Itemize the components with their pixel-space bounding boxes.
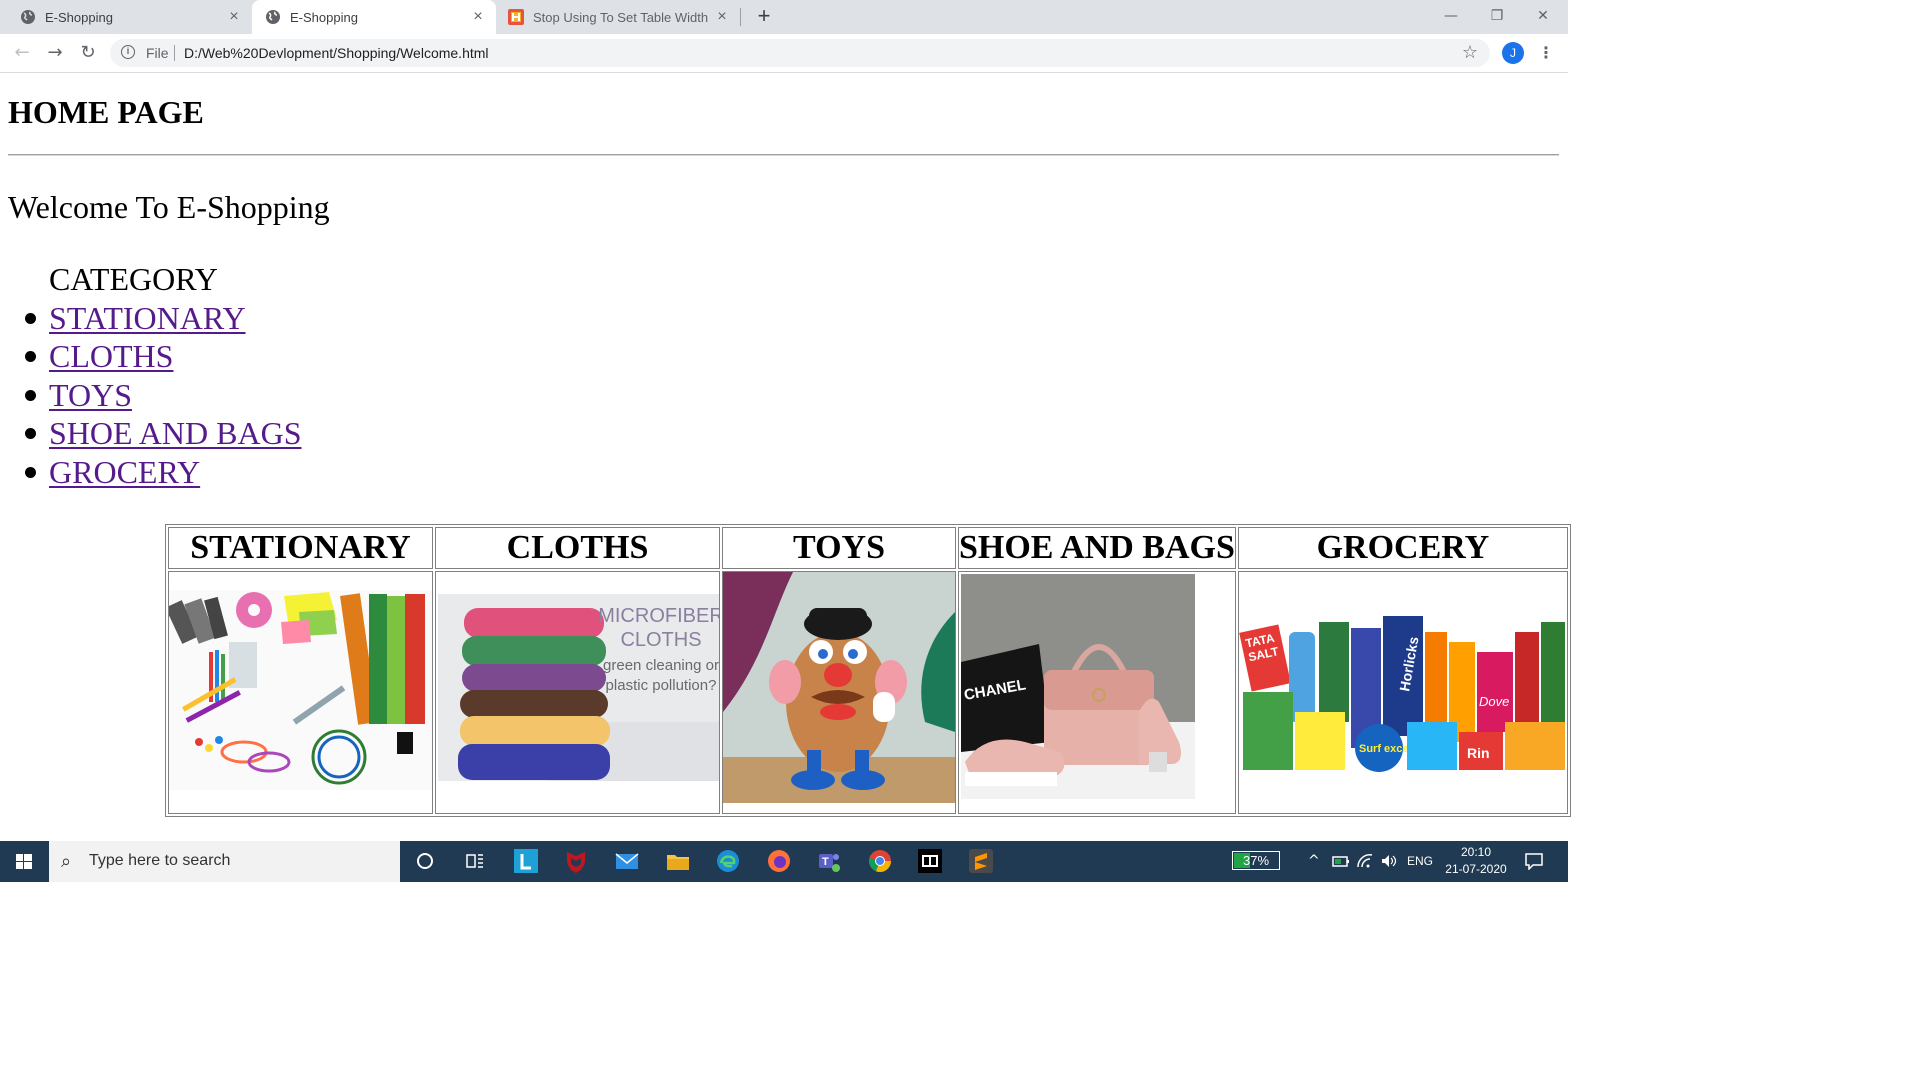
list-item: STATIONARY [10,299,301,338]
image-caption: MICROFIBER [598,605,719,627]
file-explorer-icon[interactable] [665,848,691,874]
page-title: HOME PAGE [8,94,204,130]
browser-menu-icon[interactable]: ⋮ [1538,42,1554,64]
search-icon: ⌕ [61,851,72,872]
tab-close-button[interactable]: × [468,8,488,26]
list-item: SHOE AND BAGS [10,414,301,453]
reload-button[interactable]: ↻ [76,42,100,66]
header-stationary: STATIONARY [168,527,433,569]
cortana-icon[interactable] [412,848,438,874]
bookmark-star-icon[interactable]: ☆ [1462,42,1478,63]
tab-close-button[interactable]: × [224,8,244,26]
teams-icon[interactable]: T [816,848,842,874]
chevron-up-icon[interactable]: ^ [1308,841,1320,882]
url-text[interactable]: D:/Web%20Devlopment/Shopping/Welcome.htm… [184,45,489,61]
network-battery-icon[interactable] [1332,854,1350,868]
battery-percent: 37% [1242,853,1270,868]
site-h-icon [508,9,524,25]
mcafee-icon[interactable] [563,848,589,874]
header-toys: TOYS [722,527,956,569]
list-item: TOYS [10,376,301,415]
page-content: HOME PAGE Welcome To E-Shopping CATEGORY… [0,72,1571,840]
horizontal-rule [8,154,1559,156]
header-cloths: CLOTHS [435,527,720,569]
clock[interactable]: 20:10 21-07-2020 [1436,844,1516,878]
info-icon[interactable]: i [121,45,135,59]
windows-start-icon[interactable] [0,841,48,882]
cell-grocery: TATA SALT Horlicks Dove Surf excel Rin [1237,571,1568,814]
tab-title: E-Shopping [45,9,113,25]
image-caption: Dove [1479,694,1509,709]
task-view-icon[interactable] [462,848,488,874]
table-row: MICROFIBER CLOTHS green cleaning or plas… [168,571,1568,814]
notification-center-icon[interactable] [1524,852,1544,870]
header-shoe-and-bags: SHOE AND BAGS [958,527,1236,569]
app-dark-icon[interactable] [917,848,943,874]
link-shoe-and-bags[interactable]: SHOE AND BAGS [49,415,301,451]
volume-icon[interactable] [1380,853,1398,869]
cell-stationary [168,571,433,814]
clock-date: 21-07-2020 [1445,862,1507,876]
table-header-row: STATIONARY CLOTHS TOYS SHOE AND BAGS GRO… [168,527,1568,569]
address-bar[interactable]: i File D:/Web%20Devlopment/Shopping/Welc… [110,39,1490,67]
tab-title: E-Shopping [290,9,358,25]
windows-taskbar: ⌕ Type here to search T 37% ^ ENG 20:10 … [0,841,1568,882]
link-grocery[interactable]: GROCERY [49,454,200,490]
minimize-button[interactable]: — [1428,0,1474,34]
list-item: CLOTHS [10,337,301,376]
link-cloths[interactable]: CLOTHS [49,338,173,374]
forward-button[interactable]: → [43,42,67,66]
stationary-image [169,590,432,790]
back-button[interactable]: ← [10,42,34,66]
restore-button[interactable]: ❐ [1474,0,1520,34]
link-toys[interactable]: TOYS [49,377,132,413]
sublime-text-icon[interactable] [968,848,994,874]
tab-eshopping-2[interactable]: E-Shopping × [252,0,496,34]
wifi-icon[interactable] [1356,853,1374,869]
close-window-button[interactable]: ✕ [1520,0,1566,34]
globe-icon [21,10,35,24]
list-item: GROCERY [10,453,301,492]
tab-eshopping-1[interactable]: E-Shopping × [0,0,252,34]
cell-cloths: MICROFIBER CLOTHS green cleaning or plas… [435,571,720,814]
edge-icon[interactable] [715,848,741,874]
link-stationary[interactable]: STATIONARY [49,300,246,336]
taskbar-search-input[interactable]: ⌕ Type here to search [49,841,400,882]
tab-title: Stop Using To Set Table Width In [533,9,712,25]
category-list: CATEGORY STATIONARY CLOTHS TOYS SHOE AND… [10,260,301,491]
welcome-text: Welcome To E-Shopping [8,189,330,225]
firefox-icon[interactable] [766,848,792,874]
cell-shoe-and-bags: CHANEL [958,571,1236,814]
search-placeholder: Type here to search [89,852,231,869]
tab-separator [740,8,741,26]
image-caption: CLOTHS [620,629,701,651]
header-grocery: GROCERY [1237,527,1568,569]
cell-toys [722,571,956,814]
image-caption: green cleaning or [603,657,719,674]
category-heading: CATEGORY [49,261,218,297]
category-table: STATIONARY CLOTHS TOYS SHOE AND BAGS GRO… [165,524,1571,817]
tab-close-button[interactable]: × [712,8,732,26]
clock-time: 20:10 [1460,845,1492,859]
svg-text:T: T [822,856,829,868]
globe-icon [266,10,280,24]
tab-strip: E-Shopping × E-Shopping × Stop Using To … [0,0,1568,34]
app-l-icon[interactable] [513,848,539,874]
profile-avatar[interactable]: J [1502,42,1524,64]
battery-indicator[interactable]: 37% [1232,851,1280,870]
grocery-image: TATA SALT Horlicks Dove Surf excel Rin [1239,612,1567,772]
cloths-image: MICROFIBER CLOTHS green cleaning or plas… [438,594,719,781]
shoe-and-bags-image: CHANEL [961,574,1195,799]
chrome-icon[interactable] [867,848,893,874]
image-caption: Rin [1467,745,1490,761]
scheme-label: File [146,45,169,61]
toys-image [723,572,955,803]
divider [174,45,175,61]
language-indicator[interactable]: ENG [1407,841,1433,882]
tab-stop-using[interactable]: Stop Using To Set Table Width In × [496,0,740,34]
image-caption: Surf excel [1359,743,1412,755]
new-tab-button[interactable]: + [752,4,776,28]
mail-icon[interactable] [614,848,640,874]
image-caption: plastic pollution? [606,677,717,694]
